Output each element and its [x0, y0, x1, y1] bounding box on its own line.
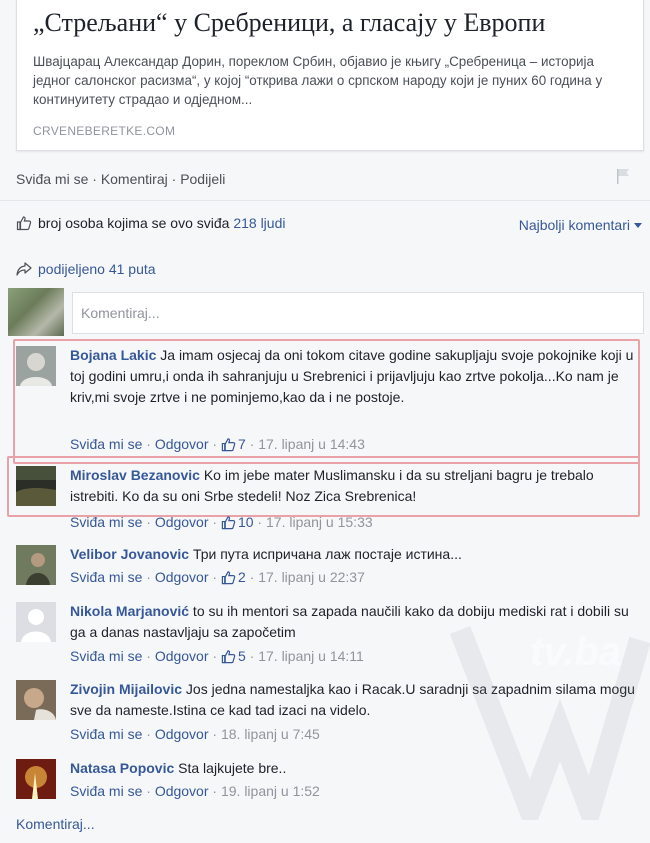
avatar[interactable] [16, 759, 56, 799]
avatar[interactable] [16, 466, 56, 506]
flag-icon[interactable] [613, 166, 633, 186]
watermark-text: tv.ba [530, 630, 622, 674]
link-description: Швајцарац Александар Дорин, пореклом Срб… [33, 54, 603, 107]
comment-meta: Sviđa mi se · Odgovor · 2 · 17. lipanj u… [70, 569, 365, 585]
comment-body: Bojana Lakic Ja imam osjecaj da oni toko… [70, 345, 636, 408]
like-link[interactable]: Sviđa mi se [16, 171, 88, 187]
comment-meta: Sviđa mi se · Odgovor · 5 · 17. lipanj u… [70, 648, 364, 664]
comment-like-count[interactable]: 5 [238, 648, 246, 664]
link-preview-card[interactable]: „Стрељани“ у Сребреници, а гласају у Евр… [16, 0, 644, 151]
current-user-avatar [8, 288, 64, 336]
thumb-up-icon [221, 571, 236, 585]
comment-like-count[interactable]: 7 [238, 436, 246, 452]
comment-like-link[interactable]: Sviđa mi se [70, 726, 142, 742]
thumb-up-icon [221, 438, 236, 452]
sort-label: Najbolji komentari [518, 217, 630, 233]
comment-link[interactable]: Komentiraj [101, 171, 168, 187]
likes-text: broj osoba kojima se ovo sviđa [38, 215, 230, 231]
link-title[interactable]: „Стрељани“ у Сребреници, а гласају у Евр… [33, 8, 545, 38]
comment-meta: Sviđa mi se · Odgovor · 19. lipanj u 1:5… [70, 783, 320, 799]
comment-like-count[interactable]: 2 [238, 569, 246, 585]
comment-reply-link[interactable]: Odgovor [155, 648, 209, 664]
avatar[interactable] [16, 602, 56, 642]
comment: Miroslav Bezanovic Ko im jebe mater Musl… [16, 466, 636, 536]
separator: · [88, 171, 101, 187]
comment-reply-link[interactable]: Odgovor [155, 726, 209, 742]
comment-body: Velibor Jovanovic Три пута испричана лаж… [70, 544, 636, 565]
comment-like-link[interactable]: Sviđa mi se [70, 783, 142, 799]
comment-timestamp[interactable]: 17. lipanj u 14:11 [258, 648, 364, 664]
add-comment-link[interactable]: Komentiraj... [16, 816, 95, 832]
comment-meta: Sviđa mi se · Odgovor · 7 · 17. lipanj u… [70, 436, 365, 452]
comment-author[interactable]: Velibor Jovanovic [70, 546, 189, 562]
thumb-up-icon [16, 216, 32, 231]
avatar[interactable] [16, 545, 56, 585]
comment-reply-link[interactable]: Odgovor [155, 569, 209, 585]
comment-reply-link[interactable]: Odgovor [155, 514, 209, 530]
comment: Velibor Jovanovic Три пута испричана лаж… [16, 545, 636, 595]
comment-like-link[interactable]: Sviđa mi se [70, 436, 142, 452]
comment: Bojana Lakic Ja imam osjecaj da oni toko… [16, 346, 636, 456]
divider [0, 200, 650, 201]
comment-meta: Sviđa mi se · Odgovor · 10 · 17. lipanj … [70, 514, 373, 530]
likes-count-link[interactable]: 218 ljudi [233, 215, 285, 231]
comment-like-link[interactable]: Sviđa mi se [70, 569, 142, 585]
comment-author[interactable]: Miroslav Bezanovic [70, 467, 200, 483]
comment-reply-link[interactable]: Odgovor [155, 783, 209, 799]
comment-author[interactable]: Zivojin Mijailovic [70, 681, 182, 697]
avatar[interactable] [16, 680, 56, 720]
likes-summary: broj osoba kojima se ovo sviđa 218 ljudi [16, 215, 285, 231]
comment-like-link[interactable]: Sviđa mi se [70, 648, 142, 664]
comment-timestamp[interactable]: 17. lipanj u 22:37 [258, 569, 365, 585]
link-domain: CRVENEBERETKE.COM [33, 124, 176, 138]
comment-author[interactable]: Nikola Marjanović [70, 603, 189, 619]
separator: · [167, 171, 181, 187]
comment-timestamp[interactable]: 19. lipanj u 1:52 [221, 783, 320, 799]
avatar[interactable] [16, 346, 56, 386]
comment-body: Miroslav Bezanovic Ko im jebe mater Musl… [70, 465, 636, 507]
comment-author[interactable]: Natasa Popovic [70, 760, 174, 776]
comment-input[interactable]: Komentiraj... [72, 292, 644, 334]
comment-text: Три пута испричана лаж постаје истина... [189, 546, 462, 562]
shares-link[interactable]: podijeljeno 41 puta [16, 261, 156, 277]
thumb-up-icon [221, 516, 236, 530]
comment-timestamp[interactable]: 17. lipanj u 14:43 [258, 436, 365, 452]
share-arrow-icon [16, 262, 32, 276]
post-actions: Sviđa mi se · Komentiraj · Podijeli [16, 171, 225, 187]
facebook-post-panel: „Стрељани“ у Сребреници, а гласају у Евр… [0, 0, 650, 843]
comment-timestamp[interactable]: 17. lipanj u 15:33 [266, 514, 373, 530]
sort-dropdown[interactable]: Najbolji komentari [519, 217, 642, 233]
comment-like-link[interactable]: Sviđa mi se [70, 514, 142, 530]
shares-label: podijeljeno 41 puta [38, 261, 156, 277]
thumb-up-icon [221, 650, 236, 664]
comment-like-count[interactable]: 10 [238, 514, 254, 530]
comment-text: Sta lajkujete bre.. [174, 760, 287, 776]
share-link[interactable]: Podijeli [180, 171, 225, 187]
comment-timestamp[interactable]: 18. lipanj u 7:45 [221, 726, 320, 742]
comment-meta: Sviđa mi se · Odgovor · 18. lipanj u 7:4… [70, 726, 320, 742]
comment-reply-link[interactable]: Odgovor [155, 436, 209, 452]
comment-author[interactable]: Bojana Lakic [70, 347, 156, 363]
caret-down-icon [634, 223, 642, 228]
